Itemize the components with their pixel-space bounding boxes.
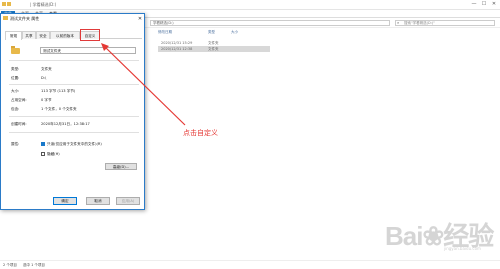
callout-text: 点击自定义 [183,129,218,137]
watermark-url: jingyan.baidu.com [444,246,481,251]
